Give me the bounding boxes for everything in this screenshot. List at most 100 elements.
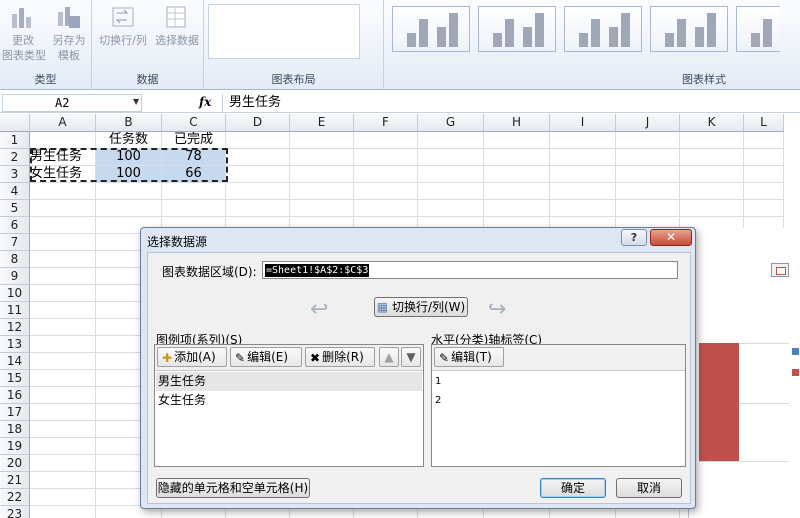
cell-f4[interactable]	[354, 183, 418, 200]
column-header[interactable]: F	[354, 114, 418, 132]
cell-g2[interactable]	[418, 149, 484, 166]
cell-a17[interactable]	[30, 404, 96, 421]
chart-layout-gallery[interactable]	[208, 4, 360, 59]
row-header[interactable]: 16	[0, 387, 30, 404]
cell-k1[interactable]	[680, 132, 744, 149]
close-button[interactable]: ✕	[650, 229, 692, 246]
cell-e2[interactable]	[290, 149, 354, 166]
cell-e5[interactable]	[290, 200, 354, 217]
row-header[interactable]: 7	[0, 234, 30, 251]
row-header[interactable]: 20	[0, 455, 30, 472]
list-item[interactable]: 男生任务	[156, 372, 422, 391]
cell-l1[interactable]	[744, 132, 784, 149]
cell-a3[interactable]: 女生任务	[30, 166, 96, 183]
row-header[interactable]: 14	[0, 353, 30, 370]
cell-i5[interactable]	[550, 200, 616, 217]
cell-a18[interactable]	[30, 421, 96, 438]
cell-f2[interactable]	[354, 149, 418, 166]
cell-a22[interactable]	[30, 489, 96, 506]
cell-l5[interactable]	[744, 200, 784, 217]
column-header[interactable]: L	[744, 114, 784, 132]
cell-h5[interactable]	[484, 200, 550, 217]
row-header[interactable]: 15	[0, 370, 30, 387]
column-header[interactable]: E	[290, 114, 354, 132]
row-header[interactable]: 18	[0, 421, 30, 438]
list-item[interactable]: 2	[433, 391, 684, 410]
cell-j4[interactable]	[616, 183, 680, 200]
column-header[interactable]: D	[226, 114, 290, 132]
cell-a14[interactable]	[30, 353, 96, 370]
row-header[interactable]: 13	[0, 336, 30, 353]
fx-icon[interactable]: fx	[199, 95, 211, 109]
cell-b3[interactable]: 100	[96, 166, 162, 183]
cell-i1[interactable]	[550, 132, 616, 149]
column-header[interactable]: I	[550, 114, 616, 132]
cell-k3[interactable]	[680, 166, 744, 183]
cell-d4[interactable]	[226, 183, 290, 200]
chart-style-thumb[interactable]	[650, 6, 728, 52]
cell-j2[interactable]	[616, 149, 680, 166]
cell-h1[interactable]	[484, 132, 550, 149]
column-header[interactable]: G	[418, 114, 484, 132]
save-as-template-button[interactable]: 另存为 模板	[48, 4, 90, 63]
cell-a12[interactable]	[30, 319, 96, 336]
cell-i4[interactable]	[550, 183, 616, 200]
cell-b4[interactable]	[96, 183, 162, 200]
edit-axis-labels-button[interactable]: ✎ 编辑(T)	[434, 347, 504, 367]
cell-b2[interactable]: 100	[96, 149, 162, 166]
cell-j1[interactable]	[616, 132, 680, 149]
cell-c3[interactable]: 66	[162, 166, 226, 183]
row-header[interactable]: 4	[0, 183, 30, 200]
cell-d1[interactable]	[226, 132, 290, 149]
move-up-button[interactable]: ▲	[379, 347, 399, 367]
cell-a7[interactable]	[30, 234, 96, 251]
cell-l2[interactable]	[744, 149, 784, 166]
cell-a5[interactable]	[30, 200, 96, 217]
list-item[interactable]: 女生任务	[156, 391, 422, 410]
move-down-button[interactable]: ▼	[401, 347, 421, 367]
cell-f1[interactable]	[354, 132, 418, 149]
cell-c5[interactable]	[162, 200, 226, 217]
cell-a6[interactable]	[30, 217, 96, 234]
cell-a19[interactable]	[30, 438, 96, 455]
row-header[interactable]: 19	[0, 438, 30, 455]
cell-d2[interactable]	[226, 149, 290, 166]
cell-h3[interactable]	[484, 166, 550, 183]
edit-series-button[interactable]: ✎ 编辑(E)	[230, 347, 302, 367]
help-button[interactable]: ?	[621, 229, 647, 246]
cell-j3[interactable]	[616, 166, 680, 183]
row-header[interactable]: 23	[0, 506, 30, 518]
cancel-button[interactable]: 取消	[616, 478, 682, 498]
cell-d3[interactable]	[226, 166, 290, 183]
chevron-down-icon[interactable]: ▼	[133, 97, 139, 106]
cell-a11[interactable]	[30, 302, 96, 319]
cell-c2[interactable]: 78	[162, 149, 226, 166]
chart-style-thumb[interactable]	[736, 6, 780, 52]
cell-a1[interactable]	[30, 132, 96, 149]
collapse-dialog-icon[interactable]	[771, 263, 789, 277]
cell-b5[interactable]	[96, 200, 162, 217]
cell-a9[interactable]	[30, 268, 96, 285]
chart-style-thumb[interactable]	[478, 6, 556, 52]
formula-input[interactable]: 男生任务	[222, 94, 798, 112]
row-header[interactable]: 11	[0, 302, 30, 319]
cell-e1[interactable]	[290, 132, 354, 149]
add-series-button[interactable]: ✚ 添加(A)	[157, 347, 227, 367]
cell-a20[interactable]	[30, 455, 96, 472]
cell-e3[interactable]	[290, 166, 354, 183]
cell-g4[interactable]	[418, 183, 484, 200]
cell-a4[interactable]	[30, 183, 96, 200]
column-header[interactable]: J	[616, 114, 680, 132]
select-all-corner[interactable]	[0, 114, 30, 132]
cell-b1[interactable]: 任务数	[96, 132, 162, 149]
cell-l3[interactable]	[744, 166, 784, 183]
cell-a16[interactable]	[30, 387, 96, 404]
row-header[interactable]: 21	[0, 472, 30, 489]
cell-a15[interactable]	[30, 370, 96, 387]
column-header[interactable]: B	[96, 114, 162, 132]
switch-row-col-button[interactable]: 切换行/列	[96, 4, 150, 48]
row-header[interactable]: 17	[0, 404, 30, 421]
select-data-button[interactable]: 选择数据	[152, 4, 202, 48]
ok-button[interactable]: 确定	[540, 478, 606, 498]
cell-f5[interactable]	[354, 200, 418, 217]
